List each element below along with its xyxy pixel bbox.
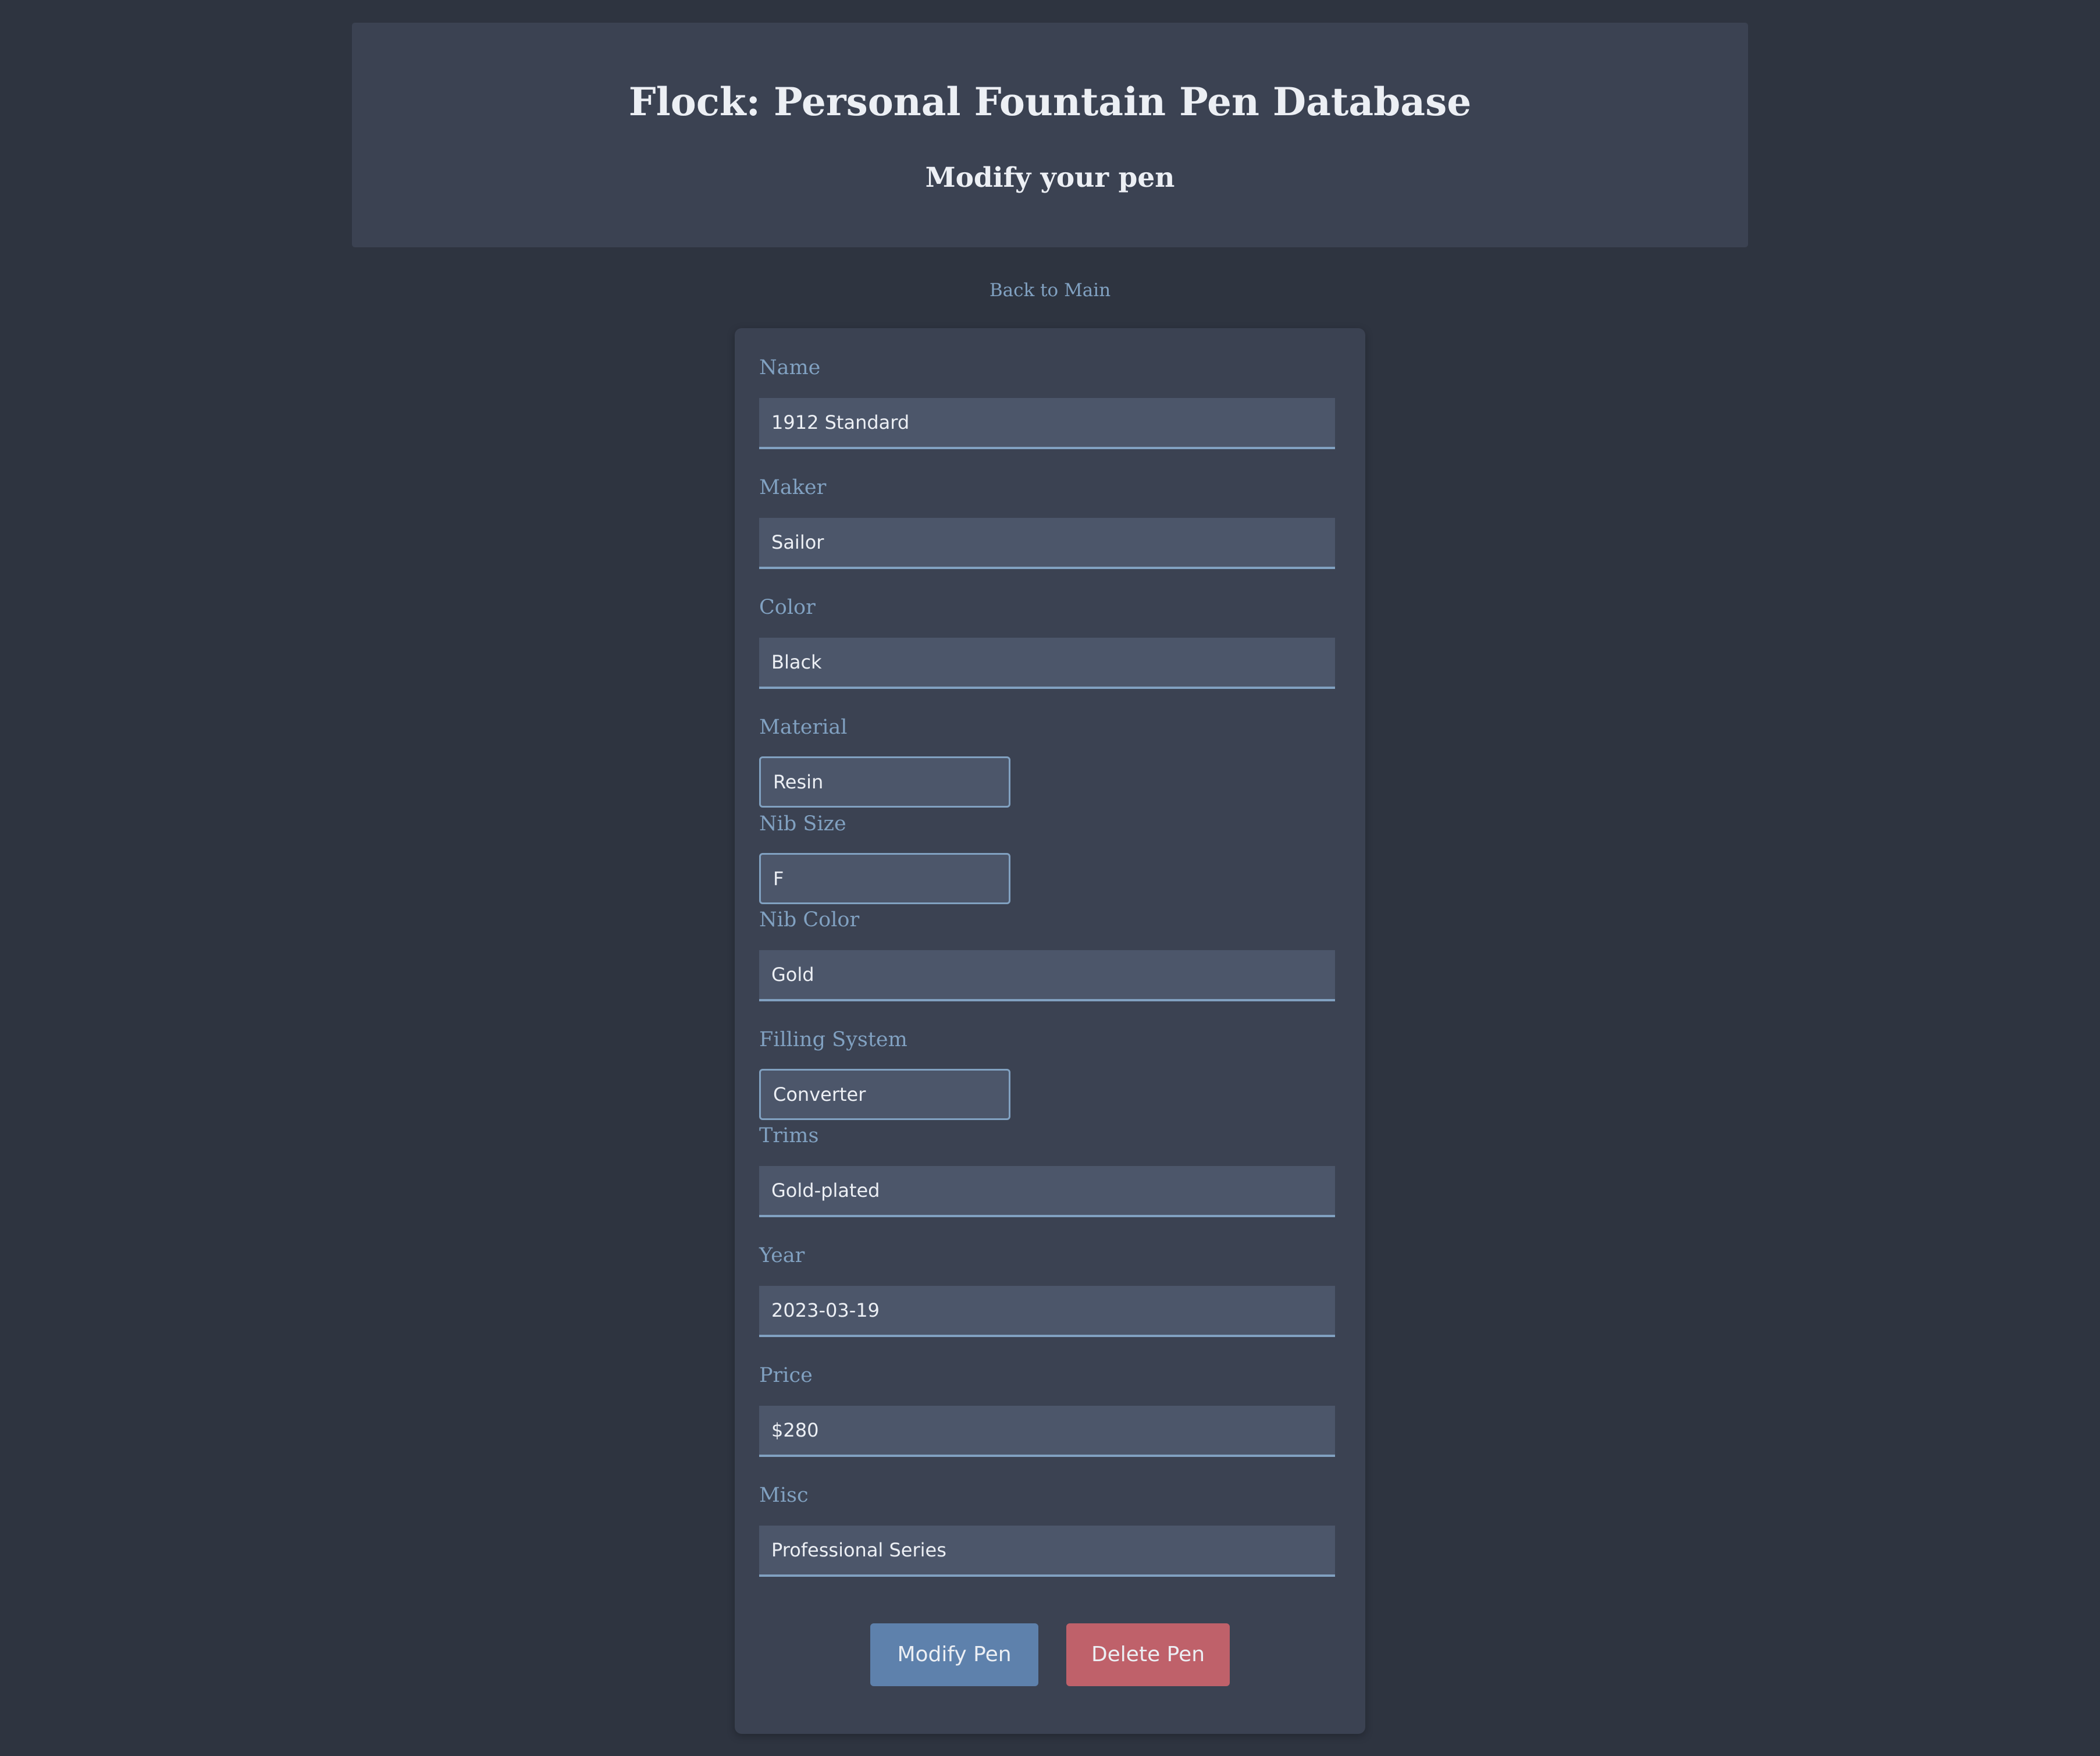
misc-label: Misc bbox=[759, 1484, 809, 1507]
name-field[interactable] bbox=[759, 398, 1335, 449]
name-label: Name bbox=[759, 356, 821, 379]
color-label: Color bbox=[759, 596, 816, 619]
material-label: Material bbox=[759, 716, 848, 739]
color-field[interactable] bbox=[759, 638, 1335, 689]
pen-edit-form: Name Maker Color Material Nib Size Nib C… bbox=[735, 328, 1365, 1734]
year-field[interactable] bbox=[759, 1286, 1335, 1337]
maker-field[interactable] bbox=[759, 518, 1335, 569]
year-label: Year bbox=[759, 1244, 805, 1267]
page-subtitle: Modify your pen bbox=[925, 162, 1175, 194]
price-field[interactable] bbox=[759, 1406, 1335, 1457]
maker-label: Maker bbox=[759, 476, 827, 499]
back-to-main-link[interactable]: Back to Main bbox=[0, 279, 2100, 302]
trims-field[interactable] bbox=[759, 1166, 1335, 1217]
price-label: Price bbox=[759, 1364, 813, 1387]
nib-size-field[interactable] bbox=[759, 853, 1010, 904]
misc-field[interactable] bbox=[759, 1526, 1335, 1577]
nib-color-label: Nib Color bbox=[759, 908, 860, 932]
filling-system-label: Filling System bbox=[759, 1028, 907, 1051]
trims-label: Trims bbox=[759, 1124, 819, 1147]
nib-size-label: Nib Size bbox=[759, 812, 846, 836]
material-field[interactable] bbox=[759, 756, 1010, 808]
site-title: Flock: Personal Fountain Pen Database bbox=[628, 79, 1472, 125]
filling-system-field[interactable] bbox=[759, 1069, 1010, 1120]
page-header: Flock: Personal Fountain Pen Database Mo… bbox=[352, 23, 1748, 247]
delete-pen-button[interactable]: Delete Pen bbox=[1066, 1623, 1230, 1686]
modify-pen-button[interactable]: Modify Pen bbox=[870, 1623, 1038, 1686]
nib-color-field[interactable] bbox=[759, 950, 1335, 1001]
